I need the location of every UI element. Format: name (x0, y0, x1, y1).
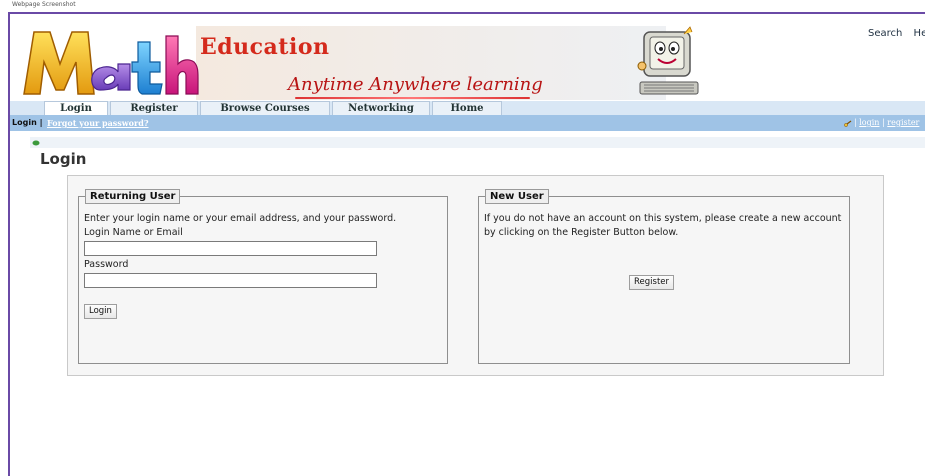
tagline-underline (295, 97, 530, 99)
subnav-current: Login | (12, 118, 42, 127)
password-label: Password (84, 259, 129, 270)
site-header: Education Anytime Anywhere learning Sear… (10, 14, 925, 100)
login-button[interactable]: Login (84, 304, 117, 319)
returning-user-legend: Returning User (85, 189, 181, 204)
subnav-current-label: Login (12, 118, 37, 127)
new-user-legend: New User (485, 189, 549, 204)
help-link[interactable]: Help (914, 28, 925, 39)
login-name-label: Login Name or Email (84, 227, 183, 238)
login-panel: Returning User Enter your login name or … (67, 175, 884, 376)
subnav-right-separator-2: | (882, 118, 885, 127)
key-icon (844, 120, 852, 127)
register-link[interactable]: register (887, 118, 919, 127)
sub-navigation: Login | Forgot your password? | login | … (10, 115, 925, 131)
main-tab-bar: Login Register Browse Courses Networking… (10, 101, 925, 115)
screenshot-caption: Webpage Screenshot (12, 1, 76, 8)
leaf-icon (32, 140, 40, 146)
math-logo[interactable] (20, 24, 200, 98)
new-user-text-line1: If you do not have an account on this sy… (484, 213, 842, 224)
returning-user-box: Returning User Enter your login name or … (78, 189, 448, 364)
tab-register[interactable]: Register (110, 101, 198, 115)
register-button[interactable]: Register (629, 275, 674, 290)
tab-home[interactable]: Home (432, 101, 502, 115)
password-input[interactable] (84, 273, 377, 288)
new-user-text-line2: by clicking on the Register Button below… (484, 227, 679, 238)
search-link[interactable]: Search (868, 28, 902, 39)
login-link[interactable]: login (859, 118, 879, 127)
breadcrumb-stripe (30, 137, 925, 148)
tab-browse-courses[interactable]: Browse Courses (200, 101, 330, 115)
tab-login[interactable]: Login (44, 101, 108, 115)
returning-user-instructions: Enter your login name or your email addr… (84, 213, 397, 224)
page-title: Login (40, 150, 87, 168)
subnav-separator: | (39, 118, 43, 127)
top-links: Search Help (868, 28, 925, 39)
subnav-right-separator-1: | (854, 118, 857, 127)
brand-title: Education (200, 34, 330, 60)
tab-networking[interactable]: Networking (332, 101, 430, 115)
login-name-input[interactable] (84, 241, 377, 256)
browser-frame: Education Anytime Anywhere learning Sear… (8, 12, 925, 476)
new-user-box: New User If you do not have an account o… (478, 189, 850, 364)
forgot-password-link[interactable]: Forgot your password? (47, 118, 149, 128)
computer-mascot-icon (637, 26, 699, 95)
subnav-right-links: | login | register (844, 118, 919, 127)
brand-tagline: Anytime Anywhere learning (288, 74, 543, 95)
